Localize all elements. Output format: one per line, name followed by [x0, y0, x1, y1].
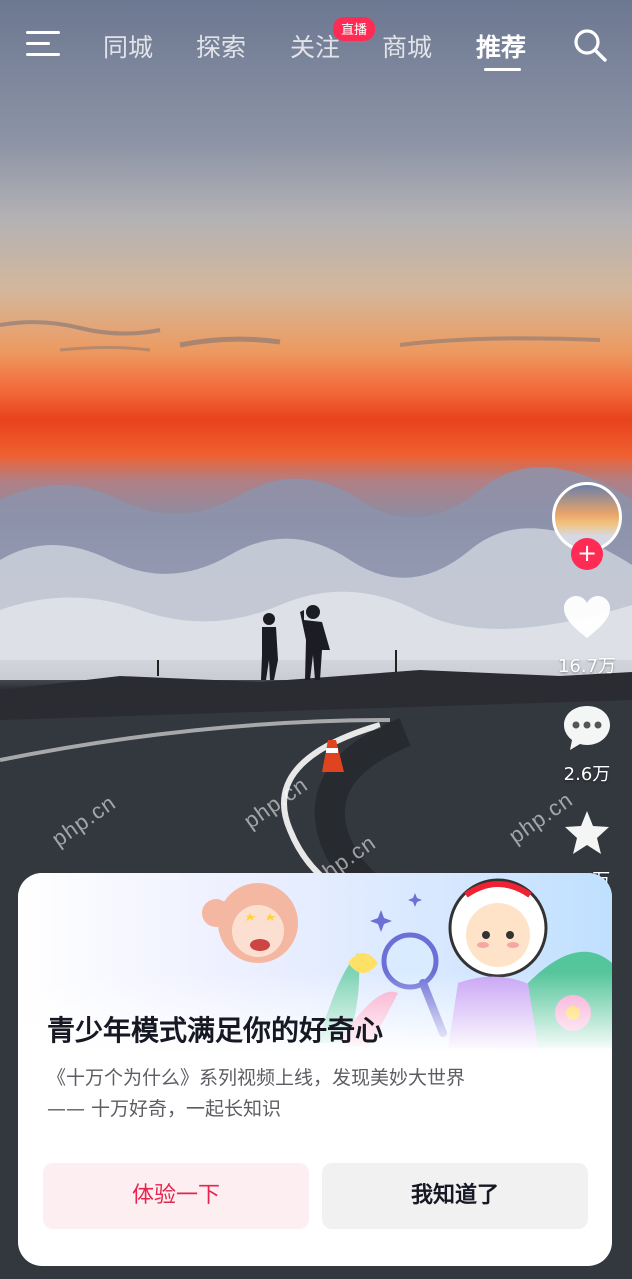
got-it-button[interactable]: 我知道了 [322, 1163, 588, 1229]
menu-icon[interactable] [26, 31, 60, 57]
tab-mall[interactable]: 商城 [382, 28, 432, 64]
star-icon[interactable] [562, 808, 612, 858]
top-navigation: 同城 探索 关注 直播 商城 推荐 [0, 0, 632, 90]
like-count: 16.7万 [557, 656, 617, 677]
live-badge: 直播 [333, 17, 376, 41]
try-it-button[interactable]: 体验一下 [43, 1163, 309, 1229]
tab-following[interactable]: 关注 [290, 28, 340, 64]
dialog-description: 《十万个为什么》系列视频上线，发现美妙大世界 —— 十万好奇，一起长知识 [47, 1063, 567, 1125]
comment-count: 2.6万 [563, 764, 611, 785]
dialog-description-line: —— 十万好奇，一起长知识 [47, 1098, 282, 1120]
active-tab-indicator [484, 68, 521, 71]
dialog-description-line: 《十万个为什么》系列视频上线，发现美妙大世界 [47, 1067, 466, 1089]
tab-explore[interactable]: 探索 [196, 28, 246, 64]
teen-mode-dialog: 青少年模式满足你的好奇心 《十万个为什么》系列视频上线，发现美妙大世界 —— 十… [18, 873, 612, 1266]
follow-button[interactable]: + [571, 538, 603, 570]
search-icon[interactable] [572, 27, 608, 63]
heart-icon[interactable] [562, 593, 612, 643]
comment-icon[interactable] [562, 703, 612, 753]
dialog-title: 青少年模式满足你的好奇心 [47, 1014, 384, 1047]
tab-nearby[interactable]: 同城 [103, 28, 153, 64]
tab-recommended[interactable]: 推荐 [476, 28, 526, 64]
